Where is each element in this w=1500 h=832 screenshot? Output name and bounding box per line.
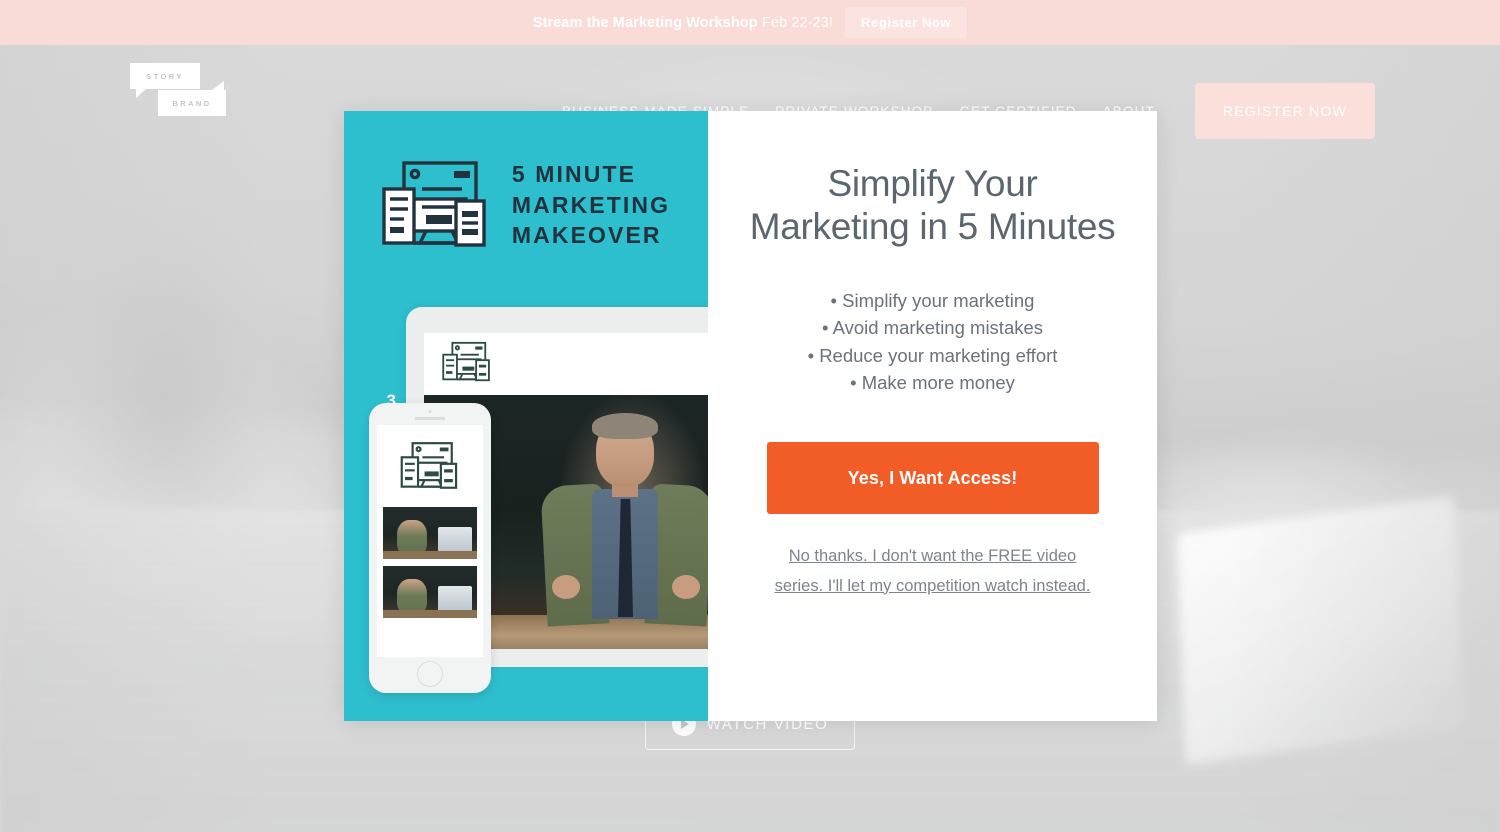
- tablet-devices-icon: [442, 341, 492, 388]
- phone-speaker-icon: [415, 417, 445, 420]
- list-item: • Avoid marketing mistakes: [821, 317, 1044, 339]
- phone-screen: [377, 425, 483, 657]
- announcement-text: Stream the Marketing Workshop Feb 22-23!: [533, 15, 833, 31]
- logo-text-brand: BRAND: [172, 98, 212, 108]
- phone-devices-icon: [400, 442, 458, 489]
- announcement-dates: Feb 22-23!: [761, 14, 833, 31]
- logo-bubble-story: STORY: [130, 63, 200, 98]
- announcement-headline: Stream the Marketing Workshop: [532, 14, 758, 31]
- list-item: • Simplify your marketing: [830, 289, 1035, 311]
- announcement-register-button[interactable]: Register Now: [845, 7, 968, 38]
- modal-heading: Simplify Your Marketing in 5 Minutes: [749, 163, 1116, 247]
- phone-logo-area: [377, 425, 483, 507]
- logo-bubble-brand: BRAND: [158, 81, 226, 116]
- page-root: Clarify Your Message Create a clear mess…: [0, 0, 1500, 832]
- promo-title-line-2: MARKETING: [511, 191, 671, 218]
- marketing-makeover-modal: 5 MINUTE MARKETING MAKEOVER 3 FREE 5-MIN…: [344, 111, 1157, 721]
- storybrand-logo[interactable]: STORY BRAND ®: [130, 63, 230, 123]
- promo-title-line-1: 5 MINUTE: [511, 161, 637, 188]
- phone-camera-icon: [428, 410, 432, 413]
- modal-promo-panel: 5 MINUTE MARKETING MAKEOVER 3 FREE 5-MIN…: [344, 111, 708, 721]
- promo-title-line-3: MAKEOVER: [511, 222, 662, 249]
- logo-registered-mark: ®: [225, 87, 230, 93]
- modal-benefits-list: • Simplify your marketing • Avoid market…: [746, 287, 1119, 397]
- video-presenter: [536, 413, 708, 627]
- list-item: • Make more money: [850, 371, 1015, 393]
- promo-header: 5 MINUTE MARKETING MAKEOVER: [344, 159, 708, 251]
- tablet-top-bar: [424, 333, 708, 395]
- phone-home-button-icon: [417, 661, 443, 687]
- header-register-now-button[interactable]: REGISTER NOW: [1194, 83, 1375, 139]
- promo-title: 5 MINUTE MARKETING MAKEOVER: [512, 159, 670, 251]
- devices-icon: [382, 161, 486, 247]
- modal-form-panel: Simplify Your Marketing in 5 Minutes • S…: [708, 111, 1157, 721]
- phone-mockup: [369, 403, 491, 693]
- announcement-bar: Stream the Marketing Workshop Feb 22-23!…: [0, 0, 1500, 45]
- list-item: • Reduce your marketing effort: [807, 344, 1058, 366]
- logo-text-story: STORY: [146, 71, 184, 81]
- decline-offer-link[interactable]: No thanks. I don't want the FREE video s…: [768, 542, 1098, 601]
- yes-i-want-access-button[interactable]: Yes, I Want Access!: [766, 442, 1099, 515]
- phone-video-thumbnail-2[interactable]: [383, 566, 477, 618]
- phone-video-thumbnail-1[interactable]: [383, 507, 477, 559]
